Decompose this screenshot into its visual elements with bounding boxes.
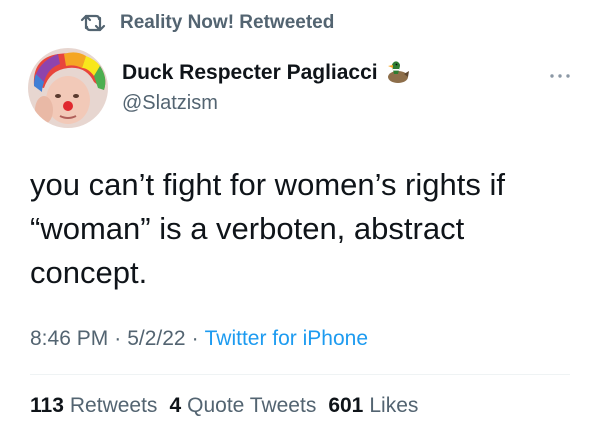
- retweet-banner[interactable]: Reality Now! Retweeted: [80, 9, 334, 37]
- meta-separator: ·: [114, 327, 122, 350]
- retweet-icon: [80, 12, 106, 34]
- more-icon[interactable]: [548, 68, 572, 78]
- tweet-date[interactable]: 5/2/22: [127, 327, 185, 351]
- tweet-card[interactable]: Reality Now! Retweeted Duck Respecter Pa…: [0, 0, 600, 431]
- retweets-stat[interactable]: 113 Retweets: [30, 394, 157, 418]
- avatar[interactable]: [28, 48, 108, 128]
- retweets-label: Retweets: [69, 394, 158, 417]
- tweet-time[interactable]: 8:46 PM: [30, 327, 108, 351]
- author-name-row[interactable]: Duck Respecter Pagliacci: [122, 60, 410, 86]
- likes-stat[interactable]: 601 Likes: [328, 394, 418, 418]
- tweet-text: you can’t fight for women’s rights if “w…: [30, 167, 505, 290]
- tweet-source-link[interactable]: Twitter for iPhone: [205, 327, 368, 351]
- tweet-stats: 113 Retweets 4 Quote Tweets 601 Likes: [30, 394, 430, 418]
- meta-separator: ·: [191, 327, 199, 350]
- quote-tweets-stat[interactable]: 4 Quote Tweets: [169, 394, 316, 418]
- tweet-meta: 8:46 PM · 5/2/22 · Twitter for iPhone: [30, 327, 368, 351]
- retweets-count: 113: [30, 394, 64, 417]
- quote-tweets-count: 4: [169, 394, 182, 417]
- likes-label: Likes: [369, 394, 419, 417]
- author-display-name[interactable]: Duck Respecter Pagliacci: [122, 61, 378, 85]
- author-handle[interactable]: @Slatzism: [122, 92, 218, 115]
- divider: [30, 374, 570, 375]
- likes-count: 601: [328, 394, 364, 417]
- retweet-banner-text: Reality Now! Retweeted: [120, 12, 335, 33]
- duck-icon: [382, 60, 410, 86]
- quote-tweets-label: Quote Tweets: [187, 394, 317, 417]
